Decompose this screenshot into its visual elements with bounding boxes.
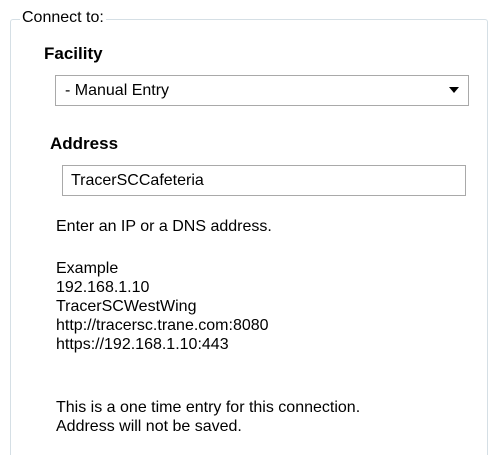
dropdown-arrow-icon[interactable] xyxy=(449,87,459,93)
example-list: Example 192.168.1.10 TracerSCWestWing ht… xyxy=(56,259,269,354)
facility-dropdown[interactable]: - Manual Entry xyxy=(55,75,469,106)
connect-to-legend: Connect to: xyxy=(20,8,106,28)
address-label: Address xyxy=(50,134,119,153)
example-http-url: http://tracersc.trane.com:8080 xyxy=(56,317,269,334)
facility-selected-value: - Manual Entry xyxy=(65,82,170,99)
address-hint-text: Enter an IP or a DNS address. xyxy=(56,218,272,235)
facility-label: Facility xyxy=(44,44,103,63)
example-hostname: TracerSCWestWing xyxy=(56,298,197,315)
example-https-url: https://192.168.1.10:443 xyxy=(56,336,229,353)
example-ip: 192.168.1.10 xyxy=(56,279,150,296)
one-time-entry-note: This is a one time entry for this connec… xyxy=(56,398,360,436)
note-line-2: Address will not be saved. xyxy=(56,418,242,435)
address-input[interactable] xyxy=(62,165,466,196)
example-heading: Example xyxy=(56,260,119,277)
note-line-1: This is a one time entry for this connec… xyxy=(56,399,361,416)
